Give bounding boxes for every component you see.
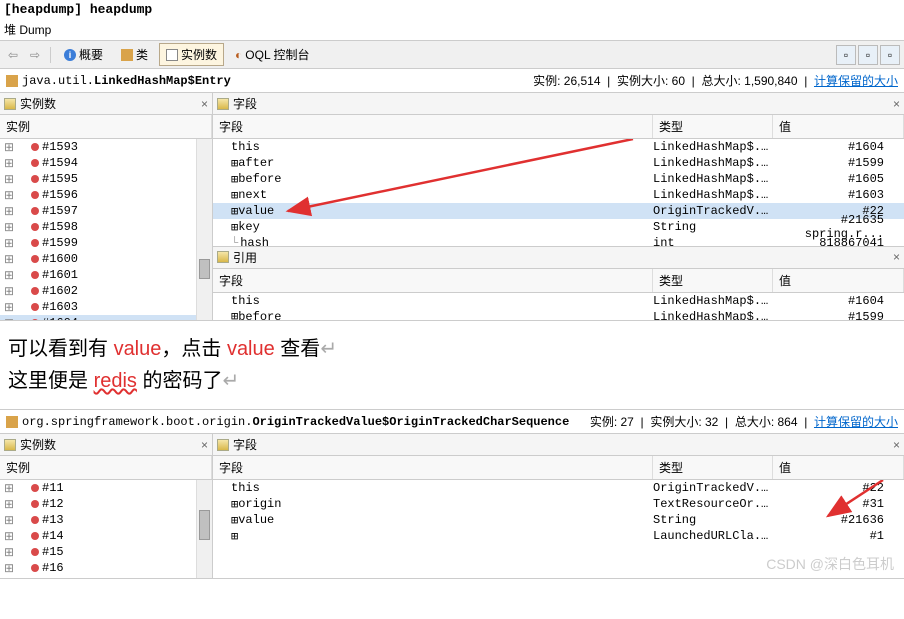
- field-row[interactable]: thisLinkedHashMap$...#1604: [213, 139, 904, 155]
- instance-row[interactable]: ⊞#1594: [0, 155, 212, 171]
- toolbar-btn-1[interactable]: ▫: [836, 45, 856, 65]
- instance-row[interactable]: ⊞#1602: [0, 283, 212, 299]
- instance-row[interactable]: ⊞#1596: [0, 187, 212, 203]
- fields-panel-header-2: 字段 ×: [213, 434, 904, 456]
- close-icon[interactable]: ×: [893, 250, 900, 264]
- refs-tree-1[interactable]: thisLinkedHashMap$...#1604⊞beforeLinkedH…: [213, 293, 904, 320]
- refs-panel-header: 引用 ×: [213, 246, 904, 269]
- compute-retained-link[interactable]: 计算保留的大小: [814, 74, 898, 88]
- class-bar-2: org.springframework.boot.origin.OriginTr…: [0, 409, 904, 434]
- close-icon[interactable]: ×: [893, 97, 900, 111]
- col-type: 类型: [653, 115, 773, 138]
- field-row[interactable]: thisLinkedHashMap$...#1604: [213, 293, 904, 309]
- class-icon: [6, 75, 18, 87]
- overview-tab[interactable]: i概要: [57, 43, 110, 66]
- col-field: 字段: [213, 269, 653, 292]
- class-name-2: org.springframework.boot.origin.OriginTr…: [22, 415, 569, 429]
- fields-tree-1[interactable]: thisLinkedHashMap$...#1604⊞afterLinkedHa…: [213, 139, 904, 246]
- col-value: 值: [773, 269, 904, 292]
- instance-row[interactable]: ⊞#13: [0, 512, 212, 528]
- watermark: CSDN @深白色耳机: [766, 554, 894, 574]
- instance-row[interactable]: ⊞#15: [0, 544, 212, 560]
- toolbar: ⇦ ⇨ i概要 类 实例数 ◐OQL 控制台 ▫ ▫ ▫: [0, 40, 904, 69]
- panel-icon: [217, 439, 229, 451]
- col-value: 值: [773, 456, 904, 479]
- instances-panel-header: 实例数 ×: [0, 93, 212, 115]
- info-icon: i: [64, 49, 76, 61]
- instance-row[interactable]: ⊞#1599: [0, 235, 212, 251]
- back-button[interactable]: ⇦: [4, 46, 22, 64]
- close-icon[interactable]: ×: [893, 438, 900, 452]
- col-instance: 实例: [0, 115, 212, 138]
- class-stats-1: 实例: 26,514 | 实例大小: 60 | 总大小: 1,590,840 |…: [533, 72, 898, 89]
- oql-icon: ◐: [235, 48, 242, 62]
- instance-row[interactable]: ⊞#1600: [0, 251, 212, 267]
- toolbar-btn-3[interactable]: ▫: [880, 45, 900, 65]
- instance-row[interactable]: ⊞#1601: [0, 267, 212, 283]
- annotation-text: 可以看到有 value，点击 value 查看↵ 这里便是 redis 的密码了…: [0, 321, 904, 409]
- col-field: 字段: [213, 456, 653, 479]
- fields-panel-header: 字段 ×: [213, 93, 904, 115]
- col-instance: 实例: [0, 456, 212, 479]
- close-icon[interactable]: ×: [201, 97, 208, 111]
- field-row[interactable]: └hashint818867041: [213, 235, 904, 246]
- instances-list-2[interactable]: ⊞#11⊞#12⊞#13⊞#14⊞#15⊞#16⊞#17: [0, 480, 212, 578]
- oql-tab[interactable]: ◐OQL 控制台: [228, 43, 316, 66]
- instance-row[interactable]: ⊞#1603: [0, 299, 212, 315]
- instance-row[interactable]: ⊞#12: [0, 496, 212, 512]
- field-row[interactable]: ⊞nextLinkedHashMap$...#1603: [213, 187, 904, 203]
- field-row[interactable]: ⊞LaunchedURLCla...#1: [213, 528, 904, 544]
- class-stats-2: 实例: 27 | 实例大小: 32 | 总大小: 864 | 计算保留的大小: [590, 413, 898, 430]
- panel-icon: [217, 98, 229, 110]
- instance-row[interactable]: ⊞#16: [0, 560, 212, 576]
- panel-icon: [4, 439, 16, 451]
- instance-row[interactable]: ⊞#1597: [0, 203, 212, 219]
- col-field: 字段: [213, 115, 653, 138]
- col-type: 类型: [653, 456, 773, 479]
- close-icon[interactable]: ×: [201, 438, 208, 452]
- col-type: 类型: [653, 269, 773, 292]
- panel-icon: [4, 98, 16, 110]
- class-icon: [6, 416, 18, 428]
- instance-row[interactable]: ⊞#1593: [0, 139, 212, 155]
- field-row[interactable]: ⊞keyString#21635 spring.r...: [213, 219, 904, 235]
- toolbar-btn-2[interactable]: ▫: [858, 45, 878, 65]
- class-name-1: java.util.LinkedHashMap$Entry: [22, 74, 231, 88]
- instances-panel-header-2: 实例数 ×: [0, 434, 212, 456]
- field-row[interactable]: thisOriginTrackedV...#22: [213, 480, 904, 496]
- instance-row[interactable]: ⊞#17: [0, 576, 212, 578]
- class-bar-1: java.util.LinkedHashMap$Entry 实例: 26,514…: [0, 69, 904, 93]
- classes-tab[interactable]: 类: [114, 43, 155, 66]
- instance-row[interactable]: ⊞#1604: [0, 315, 212, 320]
- forward-button[interactable]: ⇨: [26, 46, 44, 64]
- field-row[interactable]: ⊞beforeLinkedHashMap$...#1605: [213, 171, 904, 187]
- instance-row[interactable]: ⊞#14: [0, 528, 212, 544]
- instances-tab[interactable]: 实例数: [159, 43, 224, 66]
- field-row[interactable]: ⊞originTextResourceOr...#31: [213, 496, 904, 512]
- class-icon: [121, 49, 133, 61]
- instance-row[interactable]: ⊞#1598: [0, 219, 212, 235]
- col-value: 值: [773, 115, 904, 138]
- instance-row[interactable]: ⊞#11: [0, 480, 212, 496]
- field-row[interactable]: ⊞afterLinkedHashMap$...#1599: [213, 155, 904, 171]
- subtitle: 堆 Dump: [0, 19, 904, 40]
- compute-retained-link[interactable]: 计算保留的大小: [814, 415, 898, 429]
- instances-list-1[interactable]: ⊞#1593⊞#1594⊞#1595⊞#1596⊞#1597⊞#1598⊞#15…: [0, 139, 212, 320]
- field-row[interactable]: ⊞valueString#21636: [213, 512, 904, 528]
- instance-icon: [166, 49, 178, 61]
- panel-icon: [217, 251, 229, 263]
- field-row[interactable]: ⊞beforeLinkedHashMap$...#1599: [213, 309, 904, 320]
- window-title: [heapdump] heapdump: [0, 0, 904, 19]
- instance-row[interactable]: ⊞#1595: [0, 171, 212, 187]
